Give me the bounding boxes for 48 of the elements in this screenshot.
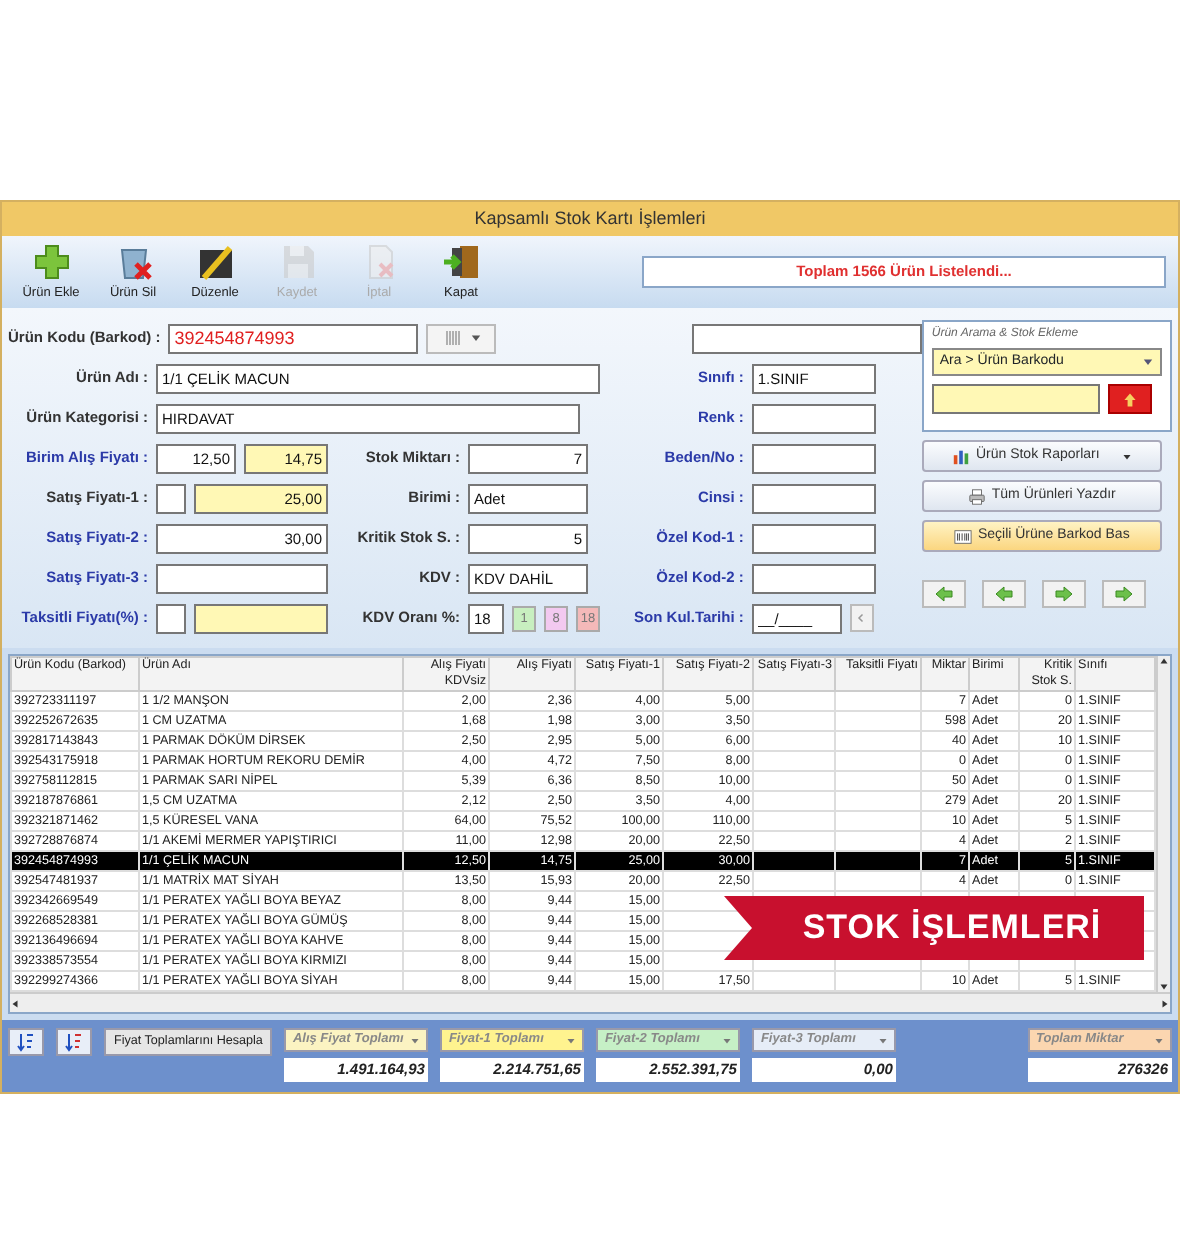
input-field[interactable] [751,403,876,433]
caret-icon [1154,1035,1164,1045]
plus-icon [31,241,71,282]
input-field[interactable] [156,603,186,633]
input-field[interactable] [751,523,876,553]
scrollbar[interactable] [1156,656,1170,992]
scrollbar[interactable] [10,992,1170,1012]
input-field[interactable] [691,323,922,353]
sort-button[interactable] [56,1028,92,1056]
sort-button[interactable] [8,1028,44,1056]
caret-icon [469,332,482,344]
input-field[interactable] [751,563,876,593]
window-title: Kapsamlı Stok Kartı İşlemleri [2,202,1178,236]
banner: STOK İŞLEMLERİ [724,896,1144,960]
caret-icon [722,1035,733,1045]
add-stock-button[interactable] [1107,384,1152,414]
input-field[interactable] [156,563,328,593]
input-field[interactable] [156,483,186,513]
navigation-button[interactable] [921,580,966,608]
caret-icon [878,1035,889,1045]
arrow-right-icon [1111,584,1136,604]
sort-descending-icon [64,1032,84,1052]
barcode-icon [441,328,466,348]
input-field[interactable] [194,603,328,633]
barcode-field[interactable]: 392454874993 [168,323,419,353]
caret-right-icon [1160,997,1170,1009]
upload-icon [1121,391,1138,407]
caret-icon [566,1035,577,1045]
search-field[interactable] [931,384,1100,414]
bar-chart-icon [951,447,970,465]
arrow-right-icon [1051,584,1076,604]
caret-up-icon [1158,656,1170,666]
caret-icon [1142,356,1154,368]
chevron-left-icon [856,612,867,624]
sort-ascending-icon [16,1032,36,1052]
printer-icon [967,487,986,505]
barcode-icon [953,527,972,545]
input-field[interactable] [751,443,876,473]
navigation-button[interactable] [1101,580,1146,608]
navigation-button[interactable] [1041,580,1086,608]
navigation-button[interactable] [981,580,1026,608]
door-icon [441,241,481,282]
arrow-left-icon [991,584,1016,604]
caret-icon [1121,451,1132,461]
caret-left-icon [10,997,20,1009]
arrow-left-icon [931,584,956,604]
input-field[interactable] [751,483,876,513]
caret-icon [410,1035,421,1045]
